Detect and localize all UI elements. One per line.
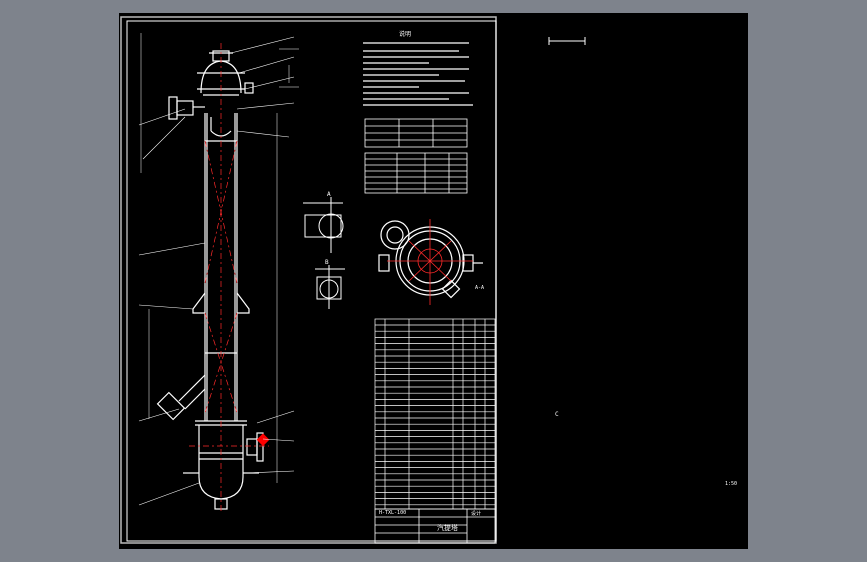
scale-label: A-A <box>475 285 485 291</box>
title-block-label-left: H-TXL-100 <box>379 510 407 516</box>
leader-lines <box>138 36 295 506</box>
cad-drawing-canvas <box>120 16 586 544</box>
column-vessel <box>156 50 264 510</box>
notes-title: 说明 <box>399 31 412 38</box>
section-mark-a: A <box>327 191 331 198</box>
sheet-outer-border <box>120 16 497 544</box>
model-space-corner-label: 1:50 <box>725 481 738 487</box>
parts-list-table <box>374 318 496 510</box>
technical-notes <box>363 42 473 106</box>
design-data-table <box>364 118 468 194</box>
red-fill-marker <box>256 433 270 447</box>
title-block-label-right: 设计 <box>471 511 482 517</box>
section-mark-b: B <box>325 259 329 266</box>
model-space-dimension <box>548 37 586 45</box>
title-block-drawing-name: 汽提塔 <box>437 524 458 532</box>
cad-model-viewport[interactable]: 说明 A B A-A 汽提塔 H-TXL-100 设计 C 1:50 <box>119 13 748 549</box>
model-space-marker: C <box>555 411 559 418</box>
detail-view-a <box>303 197 345 309</box>
plan-view <box>378 220 483 299</box>
dimension-lines <box>140 33 299 483</box>
